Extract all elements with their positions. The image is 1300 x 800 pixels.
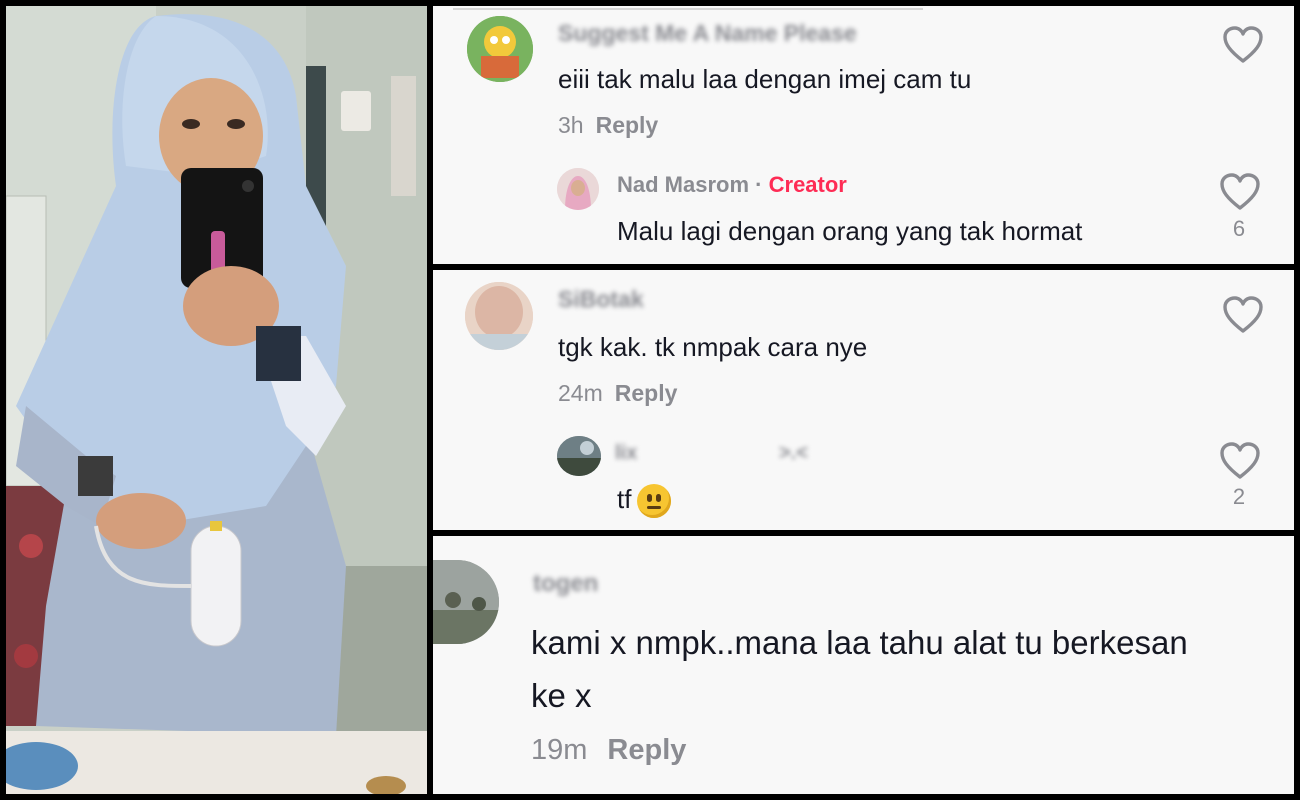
- reply-avatar-image: [557, 168, 599, 210]
- comment-username[interactable]: Suggest Me A Name Please: [558, 20, 857, 47]
- like-count: 6: [1232, 216, 1246, 241]
- comment-meta: 24m Reply: [558, 380, 677, 407]
- selfie-photo: [6, 6, 427, 794]
- comment-text: eiii tak malu laa dengan imej cam tu: [558, 64, 972, 94]
- reply-text: Malu lagi dengan orang yang tak hormat: [617, 216, 1083, 246]
- comment-text-line2: ke x: [531, 677, 592, 714]
- avatar[interactable]: [465, 282, 533, 350]
- reply-username[interactable]: Nad Masrom: [617, 172, 749, 197]
- comment-time: 24m: [558, 380, 603, 406]
- reply-button[interactable]: Reply: [596, 112, 659, 138]
- reply-avatar[interactable]: [557, 168, 599, 210]
- reply-text: tf: [617, 484, 632, 514]
- comment-username[interactable]: SiBotak: [558, 286, 644, 313]
- selfie-photo-illustration: [6, 6, 427, 794]
- reply-avatar-image: [557, 436, 601, 476]
- comment-time: 3h: [558, 112, 584, 138]
- reply-username[interactable]: lix: [615, 442, 637, 465]
- reply-button[interactable]: Reply: [615, 380, 678, 406]
- avatar[interactable]: [433, 560, 499, 644]
- comment-meta: 19m Reply: [531, 734, 686, 767]
- reply-button[interactable]: Reply: [607, 734, 686, 766]
- divider: [453, 8, 923, 10]
- avatar-image: [467, 16, 533, 82]
- avatar-image: [433, 560, 499, 644]
- like-count: 2: [1232, 484, 1246, 509]
- avatar-image: [465, 282, 533, 350]
- comment-meta: 3h Reply: [558, 112, 658, 139]
- separator-dot: ·: [755, 172, 763, 197]
- comment-panel-1: Suggest Me A Name Please eiii tak malu l…: [433, 6, 1294, 264]
- comment-text-line1: kami x nmpk..mana laa tahu alat tu berke…: [531, 624, 1188, 661]
- reply-username-extra: >.<: [779, 442, 808, 464]
- like-heart-icon[interactable]: [1219, 173, 1261, 211]
- reply-username-row: Nad Masrom · Creator: [617, 172, 847, 198]
- comment-text: tgk kak. tk nmpak cara nye: [558, 332, 868, 362]
- creator-badge: Creator: [768, 172, 847, 197]
- comment-time: 19m: [531, 734, 588, 766]
- avatar[interactable]: [467, 16, 533, 82]
- reply-text-row: tf: [617, 484, 672, 519]
- comment-username[interactable]: togen: [533, 570, 598, 598]
- like-heart-icon[interactable]: [1222, 296, 1264, 334]
- neutral-face-icon: [637, 484, 672, 519]
- like-heart-icon[interactable]: [1219, 442, 1261, 480]
- comment-panel-3: togen kami x nmpk..mana laa tahu alat tu…: [433, 536, 1294, 794]
- reply-avatar[interactable]: [557, 436, 601, 476]
- comment-panel-2: SiBotak tgk kak. tk nmpak cara nye 24m Re…: [433, 270, 1294, 530]
- like-heart-icon[interactable]: [1222, 26, 1264, 64]
